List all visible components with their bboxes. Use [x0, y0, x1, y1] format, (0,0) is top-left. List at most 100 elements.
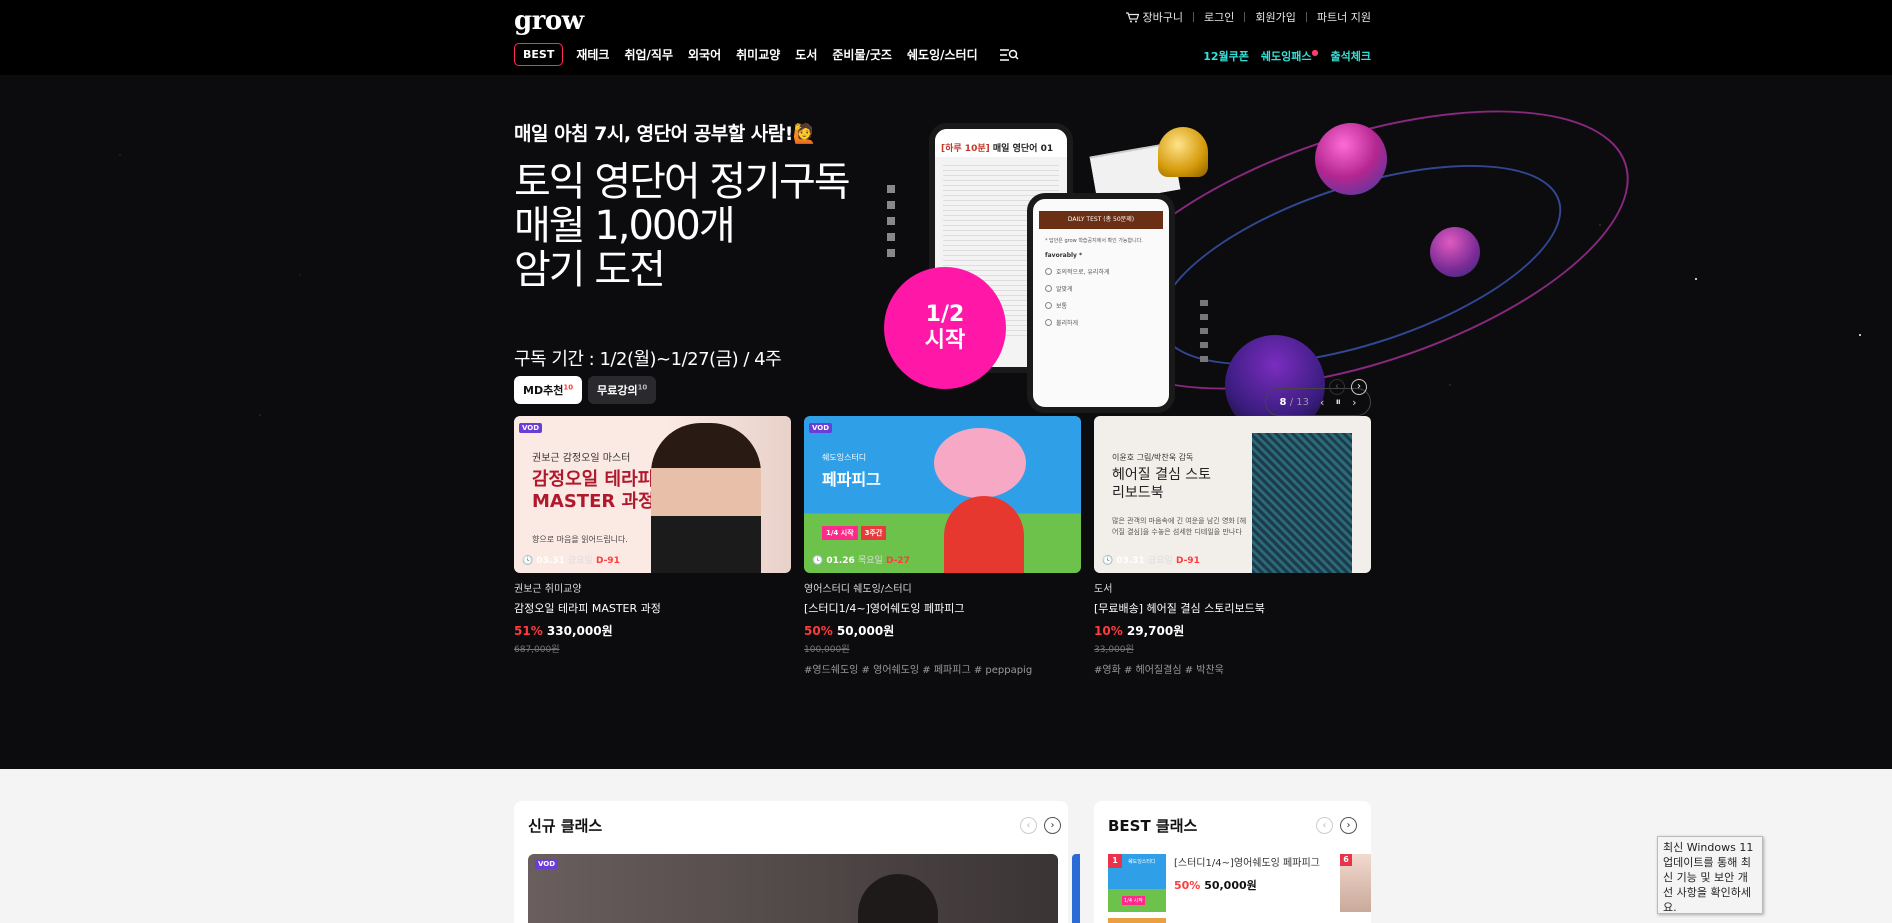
best-info: [스터디1/4~]영어쉐도잉 페파피그 50% 50,000원 — [1174, 854, 1334, 912]
coupon-link[interactable]: 12월쿠폰 — [1203, 48, 1249, 64]
pager-next-button[interactable]: › — [1352, 396, 1356, 409]
best-class-panel: BEST 클래스 ‹ › 1 쉐도잉스터디 1/4 시작 [스터디1/4~]영어… — [1094, 801, 1371, 923]
logo[interactable]: grow — [514, 6, 584, 36]
pager-pause-button[interactable]: ⏸ — [1336, 395, 1342, 409]
product-category: 권보근 취미교양 — [514, 584, 582, 595]
hero-subtitle: 매일 아침 7시, 영단어 공부할 사람!🙋 — [514, 123, 817, 145]
nav-item-hobby[interactable]: 취미교양 — [736, 46, 780, 63]
site-header: grow 장바구니 로그인 회원가입 파트너 지원 BEST 재테크 취업/직무… — [0, 0, 1892, 75]
nav-item-goods[interactable]: 준비물/굿즈 — [832, 46, 892, 63]
partner-link[interactable]: 파트너 지원 — [1317, 9, 1371, 25]
main-nav: BEST 재테크 취업/직무 외국어 취미교양 도서 준비물/굿즈 쉐도잉/스터… — [514, 43, 1019, 66]
best-side-item[interactable]: 6 — [1340, 854, 1371, 912]
tab-free-lectures[interactable]: 무료강의10 — [588, 376, 657, 404]
best-item-price: 50% 50,000원 — [1174, 879, 1257, 892]
best-list-item[interactable]: 1 쉐도잉스터디 1/4 시작 [스터디1/4~]영어쉐도잉 페파피그 50% … — [1108, 854, 1334, 912]
test-option: 호의적으로, 유리하게 — [1045, 267, 1157, 276]
product-name[interactable]: 감정오일 테라피 MASTER 과정 — [514, 600, 791, 616]
product-thumbnail: VOD 권보근 감정오일 마스터 감정오일 테라피 MASTER 과정 향으로 … — [514, 416, 791, 573]
thumb-desc: 향으로 마음을 읽어드립니다. — [532, 535, 628, 544]
login-link[interactable]: 로그인 — [1204, 9, 1234, 25]
bell-icon — [1158, 127, 1208, 177]
phone-tag: [하루 10분] — [941, 144, 990, 154]
phone-mockup-test: DAILY TEST (총 50문제) * 답안은 grow 학습공지에서 확인… — [1027, 193, 1175, 413]
section-title: 신규 클래스 — [528, 817, 603, 835]
product-price: 51% 330,000원 — [514, 624, 613, 638]
cart-icon — [1125, 11, 1139, 22]
instructor-photo — [651, 423, 761, 573]
schedule: 🕓 03.31 금요일 D-91 — [522, 556, 620, 566]
schedule: 🕓 03.31 금요일 D-91 — [1102, 556, 1200, 566]
start-date-badge: 1/2 시작 — [884, 267, 1006, 389]
product-tags[interactable]: #영드쉐도잉 # 영어쉐도잉 # 페파피그 # peppapig — [804, 661, 1081, 676]
next-slide-peek — [1072, 854, 1080, 923]
peppa-pig-illustration — [944, 496, 1024, 573]
test-option: 알맞게 — [1045, 284, 1157, 293]
product-price: 10% 29,700원 — [1094, 624, 1185, 638]
new-dot-badge: ● — [1311, 48, 1319, 57]
nav-item-language[interactable]: 외국어 — [688, 46, 721, 63]
phone-title: 매일 영단어 — [992, 144, 1038, 154]
test-header: DAILY TEST (총 50문제) — [1039, 211, 1163, 229]
tab-md-pick[interactable]: MD추천10 — [514, 376, 583, 404]
product-category: 영어스터디 쉐도잉/스터디 — [804, 584, 912, 595]
test-option: 불리하게 — [1045, 318, 1157, 327]
best-list-item-peek — [1108, 918, 1166, 923]
thumb-desc: 많은 관객의 마음속에 긴 여운을 남긴 영화 [헤어질 결심]을 수놓은 섬세… — [1112, 517, 1247, 536]
thumb-title: 헤어질 결심 스토리보드북 — [1112, 467, 1212, 501]
recommend-tabs: MD추천10 무료강의10 — [514, 376, 657, 404]
divider — [1244, 12, 1246, 22]
utility-links: 장바구니 로그인 회원가입 파트너 지원 — [1125, 9, 1371, 25]
phone-number: 01 — [1040, 144, 1054, 154]
rank-badge: 6 — [1340, 854, 1352, 866]
phone-header: [하루 10분] 매일 영단어 01 — [935, 129, 1067, 157]
original-price: 33,000원 — [1094, 645, 1134, 655]
best-prev-button[interactable]: ‹ — [1316, 817, 1333, 834]
nav-item-finance[interactable]: 재테크 — [576, 46, 609, 63]
nav-best[interactable]: BEST — [514, 43, 564, 66]
best-next-button[interactable]: › — [1340, 817, 1357, 834]
peppa-pig-illustration — [934, 428, 1026, 498]
hero-title[interactable]: 토익 영단어 정기구독 매월 1,000개 암기 도전 — [514, 160, 874, 292]
shadowing-pass-label: 쉐도잉패스 — [1260, 50, 1312, 63]
hero-title-line: 암기 도전 — [514, 247, 666, 293]
divider — [1305, 12, 1307, 22]
pager-prev-button[interactable]: ‹ — [1320, 396, 1324, 409]
product-name[interactable]: [무료배송] 헤어질 결심 스토리보드북 — [1094, 600, 1371, 616]
new-class-next-button[interactable]: › — [1044, 817, 1061, 834]
thumb-label: 쉐도잉스터디 — [1128, 859, 1156, 865]
product-card[interactable]: 이윤호 그림/박찬욱 감독 헤어질 결심 스토리보드북 많은 관객의 마음속에 … — [1094, 416, 1371, 676]
new-class-thumbnail[interactable]: VOD — [528, 854, 1058, 923]
product-price: 50% 50,000원 — [804, 624, 895, 638]
test-option: 보통 — [1045, 301, 1157, 310]
carousel-prev-button[interactable]: ‹ — [1329, 379, 1345, 395]
planet — [1315, 123, 1387, 195]
new-class-panel: 신규 클래스 ‹ › VOD — [514, 801, 1068, 923]
hero-title-line: 매월 1,000개 — [514, 203, 736, 249]
carousel-next-button[interactable]: › — [1351, 379, 1367, 395]
start-label: 시작 — [924, 328, 966, 353]
signup-link[interactable]: 회원가입 — [1255, 9, 1295, 25]
product-card[interactable]: VOD 쉐도잉스터디 페파피그 1/4 시작 3주간 🕓 01.26 목요일 D-… — [804, 416, 1081, 676]
windows-update-toast[interactable]: 최신 Windows 11 업데이트를 통해 최신 기능 및 보안 개선 사항을… — [1657, 836, 1763, 914]
menu-search-icon[interactable] — [999, 48, 1019, 62]
cart-link[interactable]: 장바구니 — [1125, 9, 1184, 25]
nav-right-links: 12월쿠폰 쉐도잉패스● 출석체크 — [1203, 48, 1371, 64]
shadowing-pass-link[interactable]: 쉐도잉패스● — [1261, 48, 1319, 64]
product-category: 도서 — [1094, 584, 1113, 595]
hero-period: 구독 기간 : 1/2(월)~1/27(금) / 4주 — [514, 349, 782, 370]
new-class-prev-button[interactable]: ‹ — [1020, 817, 1037, 834]
product-name[interactable]: [스터디1/4~]영어쉐도잉 페파피그 — [804, 600, 1081, 616]
thumb-badges: 1/4 시작 3주간 — [822, 526, 887, 540]
thumb-instructor: 권보근 감정오일 마스터 — [532, 453, 631, 464]
nav-item-shadowing[interactable]: 쉐도잉/스터디 — [907, 46, 978, 63]
attendance-link[interactable]: 출석체크 — [1331, 48, 1371, 64]
instructor-photo — [858, 874, 938, 923]
tab-count: 10 — [563, 383, 574, 392]
pager-current: 8 — [1279, 396, 1287, 408]
nav-item-books[interactable]: 도서 — [795, 46, 817, 63]
product-tags[interactable]: #영화 # 헤어질결심 # 박찬욱 — [1094, 661, 1371, 676]
cart-label: 장바구니 — [1142, 11, 1184, 24]
product-card[interactable]: VOD 권보근 감정오일 마스터 감정오일 테라피 MASTER 과정 향으로 … — [514, 416, 791, 655]
nav-item-career[interactable]: 취업/직무 — [624, 46, 673, 63]
